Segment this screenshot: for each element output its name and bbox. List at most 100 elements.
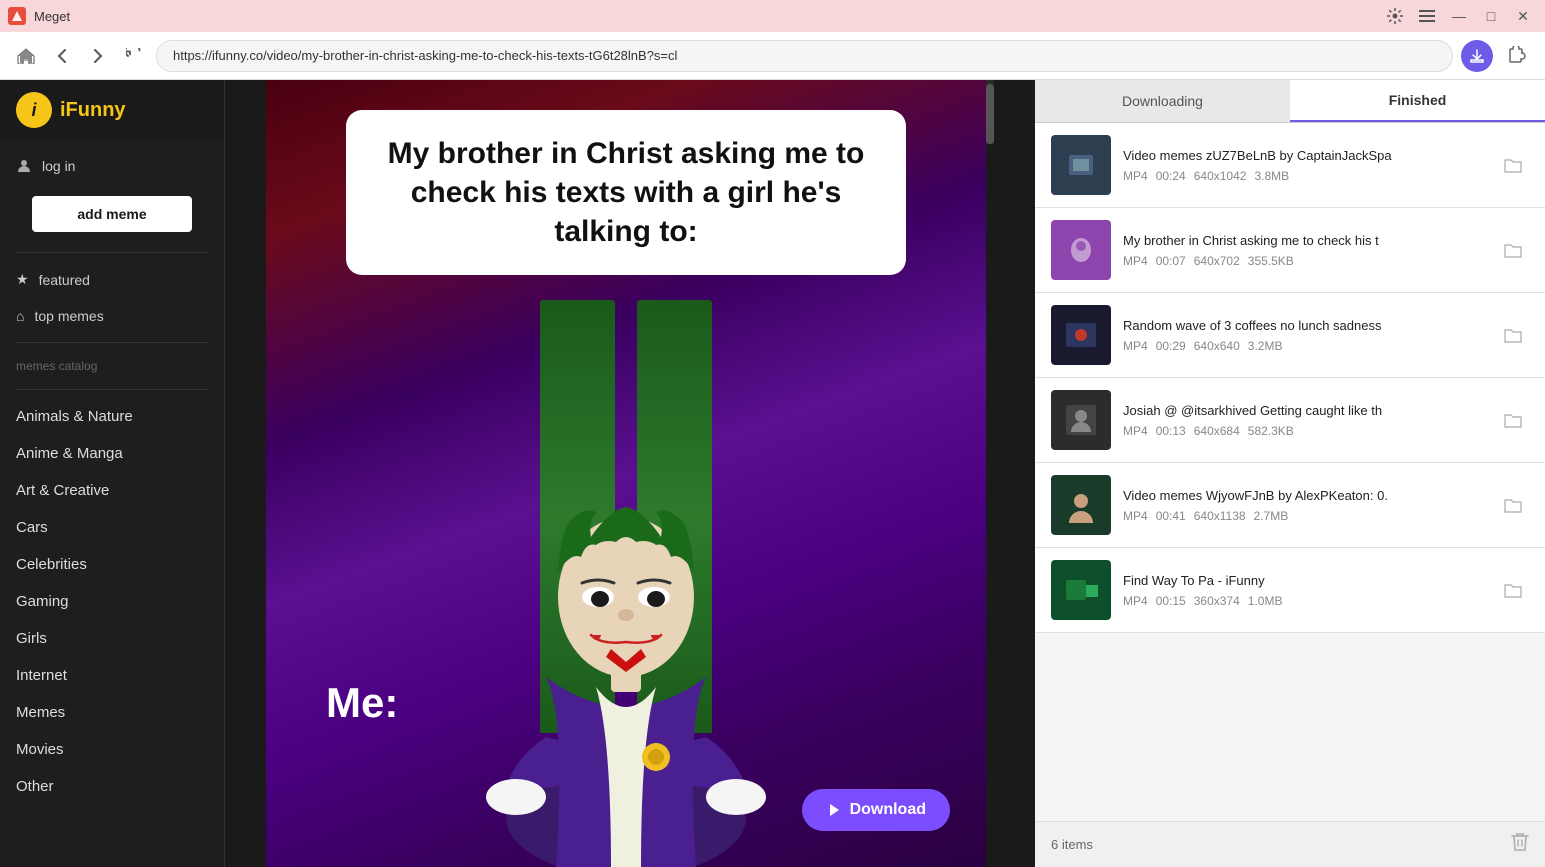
sidebar-item-memes[interactable]: Memes <box>0 694 224 731</box>
maximize-button[interactable]: □ <box>1477 6 1505 26</box>
titlebar: Meget — □ ✕ <box>0 0 1545 32</box>
thumb-icon <box>1051 390 1111 450</box>
resolution: 640x640 <box>1194 339 1240 353</box>
format: MP4 <box>1123 339 1148 353</box>
open-folder-button[interactable] <box>1497 234 1529 266</box>
video-scrollbar[interactable] <box>986 80 994 144</box>
download-btn-label: Download <box>850 801 926 819</box>
address-input[interactable] <box>156 40 1453 72</box>
home-button[interactable] <box>12 42 40 70</box>
video-frame: Me: My brother in Christ asking me to ch… <box>266 80 986 867</box>
format: MP4 <box>1123 169 1148 183</box>
sidebar-item-girls[interactable]: Girls <box>0 620 224 657</box>
sidebar-item-featured[interactable]: ★ featured <box>0 261 224 298</box>
thumb-icon <box>1051 560 1111 620</box>
app-icon <box>8 7 26 25</box>
download-thumbnail <box>1051 135 1111 195</box>
sidebar-item-movies[interactable]: Movies <box>0 731 224 768</box>
download-info: Random wave of 3 coffees no lunch sadnes… <box>1123 318 1485 353</box>
format: MP4 <box>1123 594 1148 608</box>
sidebar: i iFunny log in add meme ★ featured <box>0 80 225 867</box>
scrollbar-thumb[interactable] <box>986 84 994 144</box>
download-title: Random wave of 3 coffees no lunch sadnes… <box>1123 318 1485 333</box>
download-item[interactable]: Josiah @ @itsarkhived Getting caught lik… <box>1035 378 1545 463</box>
browser-pane: i iFunny log in add meme ★ featured <box>0 80 1035 867</box>
download-overlay-button[interactable]: Download <box>802 789 950 831</box>
delete-all-button[interactable] <box>1511 832 1529 857</box>
catalog-label: memes catalog <box>0 351 224 381</box>
add-meme-button[interactable]: add meme <box>32 196 192 232</box>
download-item[interactable]: Random wave of 3 coffees no lunch sadnes… <box>1035 293 1545 378</box>
sidebar-divider <box>16 252 208 253</box>
download-item[interactable]: Find Way To Pa - iFunny MP4 00:15 360x37… <box>1035 548 1545 633</box>
open-folder-button[interactable] <box>1497 574 1529 606</box>
sidebar-item-animals[interactable]: Animals & Nature <box>0 398 224 435</box>
sidebar-item-anime[interactable]: Anime & Manga <box>0 435 224 472</box>
forward-button[interactable] <box>84 42 112 70</box>
resolution: 640x1138 <box>1194 509 1246 523</box>
download-item[interactable]: Video memes zUZ7BeLnB by CaptainJackSpa … <box>1035 123 1545 208</box>
main-layout: i iFunny log in add meme ★ featured <box>0 80 1545 867</box>
catalog-divider <box>16 342 208 343</box>
sidebar-nav: log in add meme ★ featured ⌂ top memes m… <box>0 140 224 813</box>
extensions-button[interactable] <box>1501 40 1533 72</box>
download-info: Video memes zUZ7BeLnB by CaptainJackSpa … <box>1123 148 1485 183</box>
tab-finished[interactable]: Finished <box>1290 80 1545 122</box>
refresh-button[interactable] <box>120 42 148 70</box>
login-item[interactable]: log in <box>0 148 224 184</box>
open-folder-button[interactable] <box>1497 489 1529 521</box>
download-title: Find Way To Pa - iFunny <box>1123 573 1485 588</box>
sidebar-item-cars[interactable]: Cars <box>0 509 224 546</box>
video-wrapper: Me: My brother in Christ asking me to ch… <box>266 80 986 867</box>
login-label: log in <box>42 158 75 174</box>
sidebar-item-gaming[interactable]: Gaming <box>0 583 224 620</box>
video-background: Me: My brother in Christ asking me to ch… <box>266 80 986 867</box>
sidebar-item-art[interactable]: Art & Creative <box>0 472 224 509</box>
settings-button[interactable] <box>1381 6 1409 26</box>
sidebar-item-top-memes[interactable]: ⌂ top memes <box>0 298 224 334</box>
panel-tabs: Downloading Finished <box>1035 80 1545 123</box>
download-meta: MP4 00:41 640x1138 2.7MB <box>1123 509 1485 523</box>
download-title: Video memes zUZ7BeLnB by CaptainJackSpa <box>1123 148 1485 163</box>
download-title: Video memes WjyowFJnB by AlexPKeaton: 0. <box>1123 488 1485 503</box>
download-item[interactable]: My brother in Christ asking me to check … <box>1035 208 1545 293</box>
open-folder-button[interactable] <box>1497 149 1529 181</box>
download-meta: MP4 00:13 640x684 582.3KB <box>1123 424 1485 438</box>
download-info: Josiah @ @itsarkhived Getting caught lik… <box>1123 403 1485 438</box>
right-panel: Downloading Finished Video memes zUZ7BeL… <box>1035 80 1545 867</box>
brand-name: iFunny <box>60 99 126 122</box>
top-memes-label: top memes <box>34 308 103 324</box>
me-text: Me: <box>326 679 398 727</box>
joker-character <box>416 397 836 867</box>
window-controls: — □ ✕ <box>1381 6 1537 26</box>
menu-button[interactable] <box>1413 6 1441 26</box>
open-folder-button[interactable] <box>1497 404 1529 436</box>
download-meta: MP4 00:07 640x702 355.5KB <box>1123 254 1485 268</box>
download-meta: MP4 00:29 640x640 3.2MB <box>1123 339 1485 353</box>
format: MP4 <box>1123 254 1148 268</box>
open-folder-button[interactable] <box>1497 319 1529 351</box>
close-button[interactable]: ✕ <box>1509 6 1537 26</box>
sidebar-item-internet[interactable]: Internet <box>0 657 224 694</box>
back-button[interactable] <box>48 42 76 70</box>
sidebar-item-other[interactable]: Other <box>0 768 224 805</box>
download-thumbnail <box>1051 475 1111 535</box>
download-item[interactable]: Video memes WjyowFJnB by AlexPKeaton: 0.… <box>1035 463 1545 548</box>
minimize-button[interactable]: — <box>1445 6 1473 26</box>
tab-downloading[interactable]: Downloading <box>1035 80 1290 122</box>
sidebar-item-celebrities[interactable]: Celebrities <box>0 546 224 583</box>
download-info: My brother in Christ asking me to check … <box>1123 233 1485 268</box>
thumb-icon <box>1051 475 1111 535</box>
resolution: 360x374 <box>1194 594 1240 608</box>
download-info: Video memes WjyowFJnB by AlexPKeaton: 0.… <box>1123 488 1485 523</box>
star-icon: ★ <box>16 271 29 288</box>
size: 355.5KB <box>1248 254 1294 268</box>
duration: 00:41 <box>1156 509 1186 523</box>
thumb-icon <box>1051 220 1111 280</box>
download-title: My brother in Christ asking me to check … <box>1123 233 1485 248</box>
resolution: 640x1042 <box>1194 169 1247 183</box>
addressbar <box>0 32 1545 80</box>
address-download-button[interactable] <box>1461 40 1493 72</box>
video-content: Me: My brother in Christ asking me to ch… <box>225 80 1035 867</box>
app-title: Meget <box>34 9 70 24</box>
